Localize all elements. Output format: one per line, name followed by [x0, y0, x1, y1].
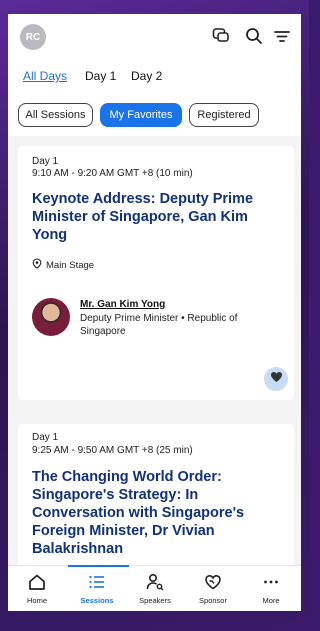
tab-day-2[interactable]: Day 2: [131, 69, 162, 83]
search-icon[interactable]: [244, 26, 264, 46]
location-pin-icon: [32, 258, 42, 272]
session-time: 9:10 AM - 9:20 AM GMT +8 (10 min): [32, 168, 193, 179]
filter-registered[interactable]: Registered: [189, 103, 259, 127]
tab-all-days[interactable]: All Days: [23, 69, 67, 83]
device-frame: RC All Days Day 1 Day 2 All Sessions My …: [0, 0, 309, 631]
session-title[interactable]: Keynote Address: Deputy Prime Minister o…: [32, 190, 282, 244]
speaker-name[interactable]: Mr. Gan Kim Yong: [80, 299, 165, 310]
top-bar: RC: [8, 14, 301, 62]
chat-icon[interactable]: [211, 26, 231, 46]
filter-my-favorites[interactable]: My Favorites: [100, 103, 182, 127]
nav-sponsor[interactable]: Sponsor: [184, 566, 242, 611]
session-location: Main Stage: [32, 258, 94, 272]
active-tab-indicator: [68, 565, 129, 567]
nav-label: Sessions: [80, 596, 114, 605]
filter-all-sessions[interactable]: All Sessions: [18, 103, 93, 127]
speaker-photo[interactable]: [32, 298, 70, 336]
tab-day-1[interactable]: Day 1: [85, 69, 116, 83]
day-tabs: All Days Day 1 Day 2: [8, 62, 301, 96]
nav-more[interactable]: More: [242, 566, 300, 611]
location-label: Main Stage: [46, 259, 95, 271]
speaker-role: Deputy Prime Minister • Republic of Sing…: [80, 313, 238, 337]
more-icon: [261, 572, 281, 592]
session-time: 9:25 AM - 9:50 AM GMT +8 (25 min): [32, 445, 193, 456]
speakers-icon: [145, 572, 165, 592]
nav-label: More: [262, 596, 280, 605]
nav-label: Sponsor: [199, 596, 227, 605]
filter-icon[interactable]: [272, 26, 292, 46]
session-day: Day 1: [32, 432, 59, 443]
session-day: Day 1: [32, 156, 59, 167]
app-screen: RC All Days Day 1 Day 2 All Sessions My …: [8, 14, 301, 611]
session-filters: All Sessions My Favorites Registered: [8, 96, 301, 136]
heart-icon: [270, 370, 283, 388]
session-card[interactable]: Day 1 9:10 AM - 9:20 AM GMT +8 (10 min) …: [18, 146, 294, 400]
sponsor-icon: [203, 572, 223, 592]
session-card[interactable]: Day 1 9:25 AM - 9:50 AM GMT +8 (25 min) …: [18, 424, 294, 584]
nav-label: Home: [26, 596, 47, 605]
nav-label: Speakers: [139, 596, 171, 605]
nav-sessions[interactable]: Sessions: [68, 566, 126, 611]
avatar[interactable]: RC: [20, 24, 46, 50]
list-icon: [87, 572, 107, 592]
session-title[interactable]: The Changing World Order: Singapore's St…: [32, 468, 282, 558]
nav-home[interactable]: Home: [8, 566, 66, 611]
home-icon: [27, 572, 47, 592]
nav-speakers[interactable]: Speakers: [126, 566, 184, 611]
bottom-nav: Home Sessions Speakers Sponsor More: [8, 565, 301, 611]
favorite-button[interactable]: [264, 367, 288, 391]
